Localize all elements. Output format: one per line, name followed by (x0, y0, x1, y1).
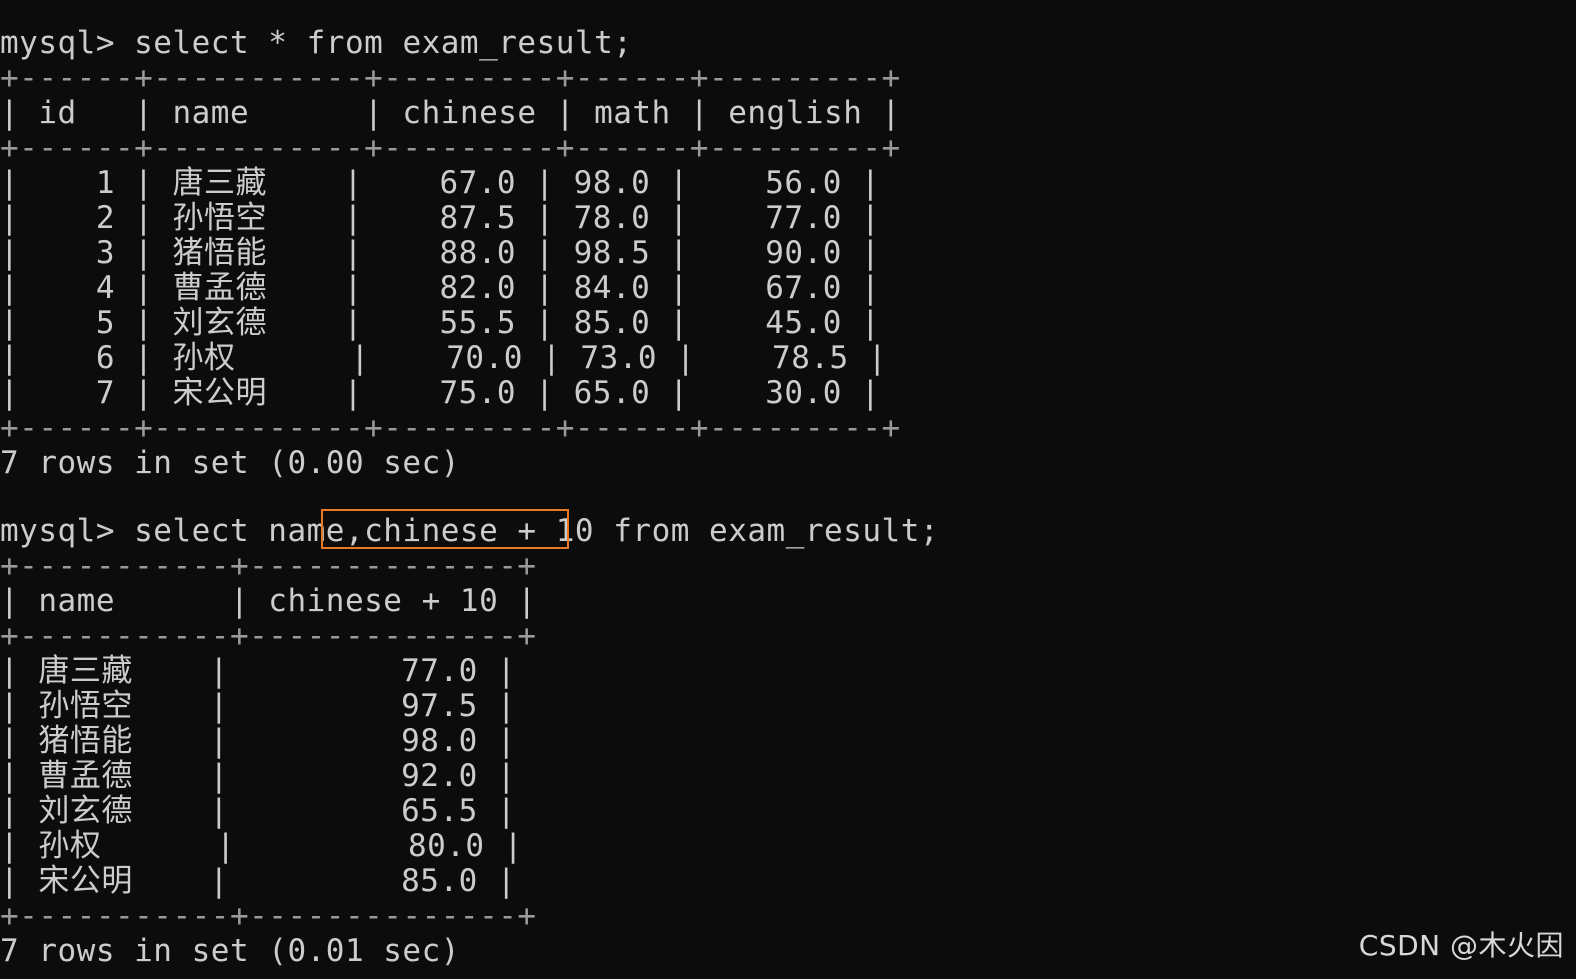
highlight-box (321, 509, 569, 549)
watermark: CSDN @木火因 (1358, 929, 1564, 962)
table-border-header: +------+-----------+---------+------+---… (0, 130, 901, 166)
table-row: | 刘玄德 | 65.5 | (0, 793, 517, 829)
table-row: | 3 | 猪悟能 | 88.0 | 98.5 | 90.0 | (0, 235, 881, 271)
result-summary: 7 rows in set (0.01 sec) (0, 933, 460, 969)
table-border-top: +------+-----------+---------+------+---… (0, 60, 901, 96)
terminal-window[interactable]: mysql> select * from exam_result; +-----… (0, 0, 1576, 979)
command-text: select * from exam_result; (114, 25, 633, 61)
table-row: | 5 | 刘玄德 | 55.5 | 85.0 | 45.0 | (0, 305, 881, 341)
table-row: | 4 | 曹孟德 | 82.0 | 84.0 | 67.0 | (0, 270, 881, 306)
table-row: | 宋公明 | 85.0 | (0, 863, 517, 899)
table-row: | 7 | 宋公明 | 75.0 | 65.0 | 30.0 | (0, 375, 881, 411)
table-row: | 2 | 孙悟空 | 87.5 | 78.0 | 77.0 | (0, 200, 881, 236)
table-header: | id | name | chinese | math | english | (0, 95, 901, 131)
table-border-header: +-----------+--------------+ (0, 618, 537, 654)
table-row: | 6 | 孙权 | 70.0 | 73.0 | 78.5 | (0, 340, 888, 376)
table-border-bottom: +-----------+--------------+ (0, 898, 537, 934)
mysql-prompt: mysql> (0, 513, 115, 549)
table-border-bottom: +------+-----------+---------+------+---… (0, 410, 901, 446)
table-border-top: +-----------+--------------+ (0, 548, 537, 584)
table-row: | 猪悟能 | 98.0 | (0, 723, 517, 759)
table-row: | 唐三藏 | 77.0 | (0, 653, 517, 689)
command-line-1: mysql> select * from exam_result; (0, 26, 632, 61)
table-row: | 1 | 唐三藏 | 67.0 | 98.0 | 56.0 | (0, 165, 881, 201)
table-row: | 曹孟德 | 92.0 | (0, 758, 517, 794)
result-summary: 7 rows in set (0.00 sec) (0, 445, 460, 481)
table-header: | name | chinese + 10 | (0, 583, 537, 619)
table-row: | 孙权 | 80.0 | (0, 828, 523, 864)
mysql-prompt: mysql> (0, 25, 115, 61)
table-row: | 孙悟空 | 97.5 | (0, 688, 517, 724)
